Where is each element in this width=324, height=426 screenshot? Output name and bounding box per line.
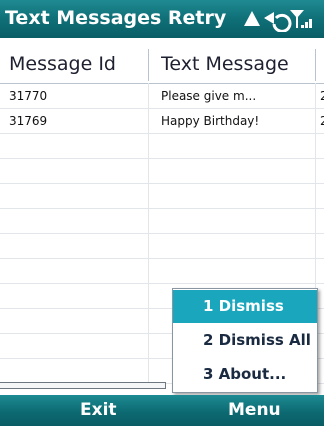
notification-icon[interactable]	[244, 11, 260, 26]
menu-item-dismiss[interactable]: 1 Dismiss	[173, 290, 317, 323]
exit-softkey[interactable]: Exit	[80, 395, 117, 426]
horizontal-scrollbar[interactable]	[0, 382, 166, 389]
connectivity-icon[interactable]	[264, 12, 292, 33]
empty-row[interactable]	[0, 209, 324, 234]
menu-softkey[interactable]: Menu	[228, 395, 281, 426]
status-icons	[240, 6, 320, 33]
signal-strength-icon[interactable]	[290, 10, 312, 28]
column-header-message-id[interactable]: Message Id	[9, 45, 141, 83]
table-row[interactable]: 31769 Happy Birthday! 2	[0, 109, 324, 134]
cell-text-message: Please give m...	[161, 89, 257, 103]
column-header-partial[interactable]	[320, 45, 324, 83]
empty-row[interactable]	[0, 259, 324, 284]
softkey-bar: Exit Menu	[0, 395, 324, 426]
empty-row[interactable]	[0, 159, 324, 184]
cell-partial: 2	[320, 114, 324, 128]
title-bar: Text Messages Retry	[0, 0, 324, 38]
popup-menu: 1 Dismiss 2 Dismiss All 3 About...	[172, 288, 318, 393]
table-row[interactable]: 31770 Please give m... 2	[0, 84, 324, 109]
cell-partial: 2	[320, 89, 324, 103]
cell-message-id: 31770	[9, 89, 48, 103]
menu-item-dismiss-all[interactable]: 2 Dismiss All	[173, 324, 317, 357]
empty-row[interactable]	[0, 234, 324, 259]
cell-text-message: Happy Birthday!	[161, 114, 260, 128]
column-header-text-message[interactable]: Text Message	[161, 45, 311, 83]
cell-message-id: 31769	[9, 114, 48, 128]
empty-row[interactable]	[0, 134, 324, 159]
empty-row[interactable]	[0, 184, 324, 209]
app-title: Text Messages Retry	[5, 7, 227, 29]
grid-header: Message Id Text Message	[0, 45, 324, 84]
menu-item-about[interactable]: 3 About...	[173, 358, 317, 391]
